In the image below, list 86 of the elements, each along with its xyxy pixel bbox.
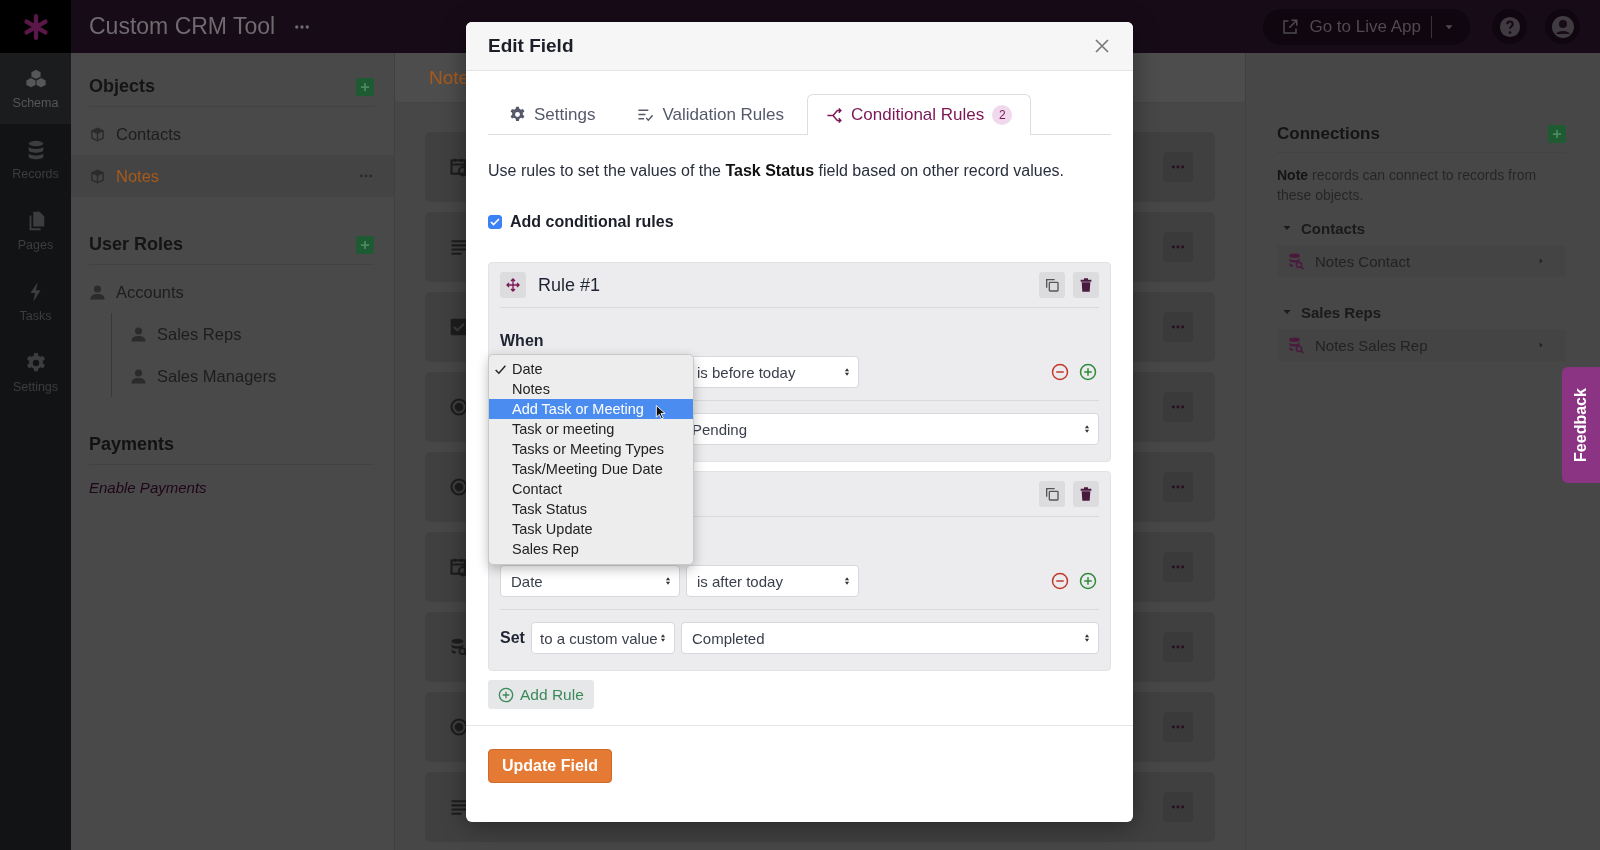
checkbox[interactable]: [488, 215, 502, 229]
dropdown-option[interactable]: Task Status: [489, 499, 693, 519]
remove-icon[interactable]: [1051, 363, 1069, 381]
operator-select[interactable]: is after today: [686, 565, 859, 597]
more-button[interactable]: [1163, 392, 1193, 422]
gear-icon: [24, 351, 47, 374]
person-icon: [130, 367, 147, 385]
sidebar-item[interactable]: Notes: [71, 155, 394, 197]
radio-icon: [449, 477, 469, 497]
more-button[interactable]: [1163, 632, 1193, 662]
when-label: When: [500, 332, 544, 350]
enable-payments-link[interactable]: Enable Payments: [89, 479, 374, 496]
calendar-icon: [449, 157, 469, 177]
cube-icon: [89, 167, 106, 185]
close-icon: [1093, 37, 1111, 55]
more-button[interactable]: [1163, 552, 1193, 582]
check-icon: [489, 216, 501, 228]
gear-icon: [509, 106, 526, 123]
radio-icon: [449, 397, 469, 417]
add-button[interactable]: [356, 235, 374, 254]
radio-icon: [449, 717, 469, 737]
dropdown-option[interactable]: Task/Meeting Due Date: [489, 459, 693, 479]
remove-icon[interactable]: [1051, 572, 1069, 590]
move-icon: [505, 277, 521, 293]
database-icon: [449, 637, 469, 657]
more-button[interactable]: [1163, 232, 1193, 262]
mode-select[interactable]: to a custom value: [531, 622, 675, 654]
dropdown-option[interactable]: Task Update: [489, 519, 693, 539]
close-button[interactable]: [1093, 37, 1111, 55]
trash-icon: [1078, 486, 1094, 502]
add-rule-button[interactable]: Add Rule: [488, 680, 594, 709]
more-button[interactable]: [1163, 472, 1193, 502]
question-icon: [1498, 15, 1521, 38]
rules-description: Use rules to set the values of the Task Status field based on other record values.: [488, 162, 1066, 180]
add-button[interactable]: [1548, 124, 1566, 143]
live-app-button[interactable]: Go to Live App: [1263, 8, 1470, 45]
account-button[interactable]: [1545, 9, 1580, 44]
nav-item[interactable]: Schema: [0, 53, 71, 124]
branch-icon: [826, 106, 844, 124]
help-button[interactable]: [1492, 9, 1527, 44]
delete-button[interactable]: [1073, 272, 1099, 298]
duplicate-button[interactable]: [1039, 481, 1065, 507]
section-title: Payments: [89, 434, 175, 455]
pointer-icon: [653, 403, 668, 421]
field-select[interactable]: Date: [500, 565, 680, 597]
cube-icon: [89, 125, 106, 143]
copy-icon: [1044, 486, 1060, 502]
person-icon: [130, 325, 147, 343]
lines-icon: [449, 797, 469, 817]
more-button[interactable]: [1163, 152, 1193, 182]
dropdown-option[interactable]: Sales Rep: [489, 539, 693, 559]
tab[interactable]: Conditional Rules 2: [807, 94, 1032, 135]
count-badge: 2: [992, 105, 1013, 125]
external-link-icon: [1281, 17, 1300, 36]
feedback-tab[interactable]: Feedback: [1562, 367, 1600, 483]
database-search-icon: [1287, 252, 1305, 270]
rule-title: Rule #1: [538, 274, 601, 296]
app-title: Custom CRM Tool: [89, 13, 276, 40]
more-button[interactable]: [1163, 712, 1193, 742]
dropdown-option[interactable]: Contact: [489, 479, 693, 499]
value-select[interactable]: Completed: [681, 622, 1099, 654]
asterisk-logo-icon: [22, 13, 49, 40]
person-icon: [89, 283, 106, 301]
update-field-button[interactable]: Update Field: [488, 749, 612, 783]
trash-icon: [1078, 277, 1094, 293]
add-button[interactable]: [356, 77, 374, 96]
calendar-icon: [449, 557, 469, 577]
lines-icon: [449, 237, 469, 257]
plus-circle-icon: [498, 686, 514, 703]
dialog-title: Edit Field: [488, 35, 574, 57]
copy-icon: [1044, 277, 1060, 293]
more-button[interactable]: [1163, 312, 1193, 342]
more-button[interactable]: [1163, 792, 1193, 822]
delete-button[interactable]: [1073, 481, 1099, 507]
drag-handle[interactable]: [500, 272, 526, 298]
checkbox-label: Add conditional rules: [510, 213, 674, 231]
tab[interactable]: Settings: [490, 94, 615, 134]
add-icon[interactable]: [1079, 572, 1097, 590]
dropdown-option[interactable]: Add Task or Meeting: [489, 399, 693, 419]
user-icon: [1550, 14, 1575, 39]
database-search-icon: [1287, 336, 1305, 354]
set-label: Set: [500, 629, 525, 647]
cubes-icon: [24, 67, 47, 90]
tab[interactable]: Validation Rules: [618, 94, 804, 134]
add-icon[interactable]: [1079, 363, 1097, 381]
duplicate-button[interactable]: [1039, 272, 1065, 298]
